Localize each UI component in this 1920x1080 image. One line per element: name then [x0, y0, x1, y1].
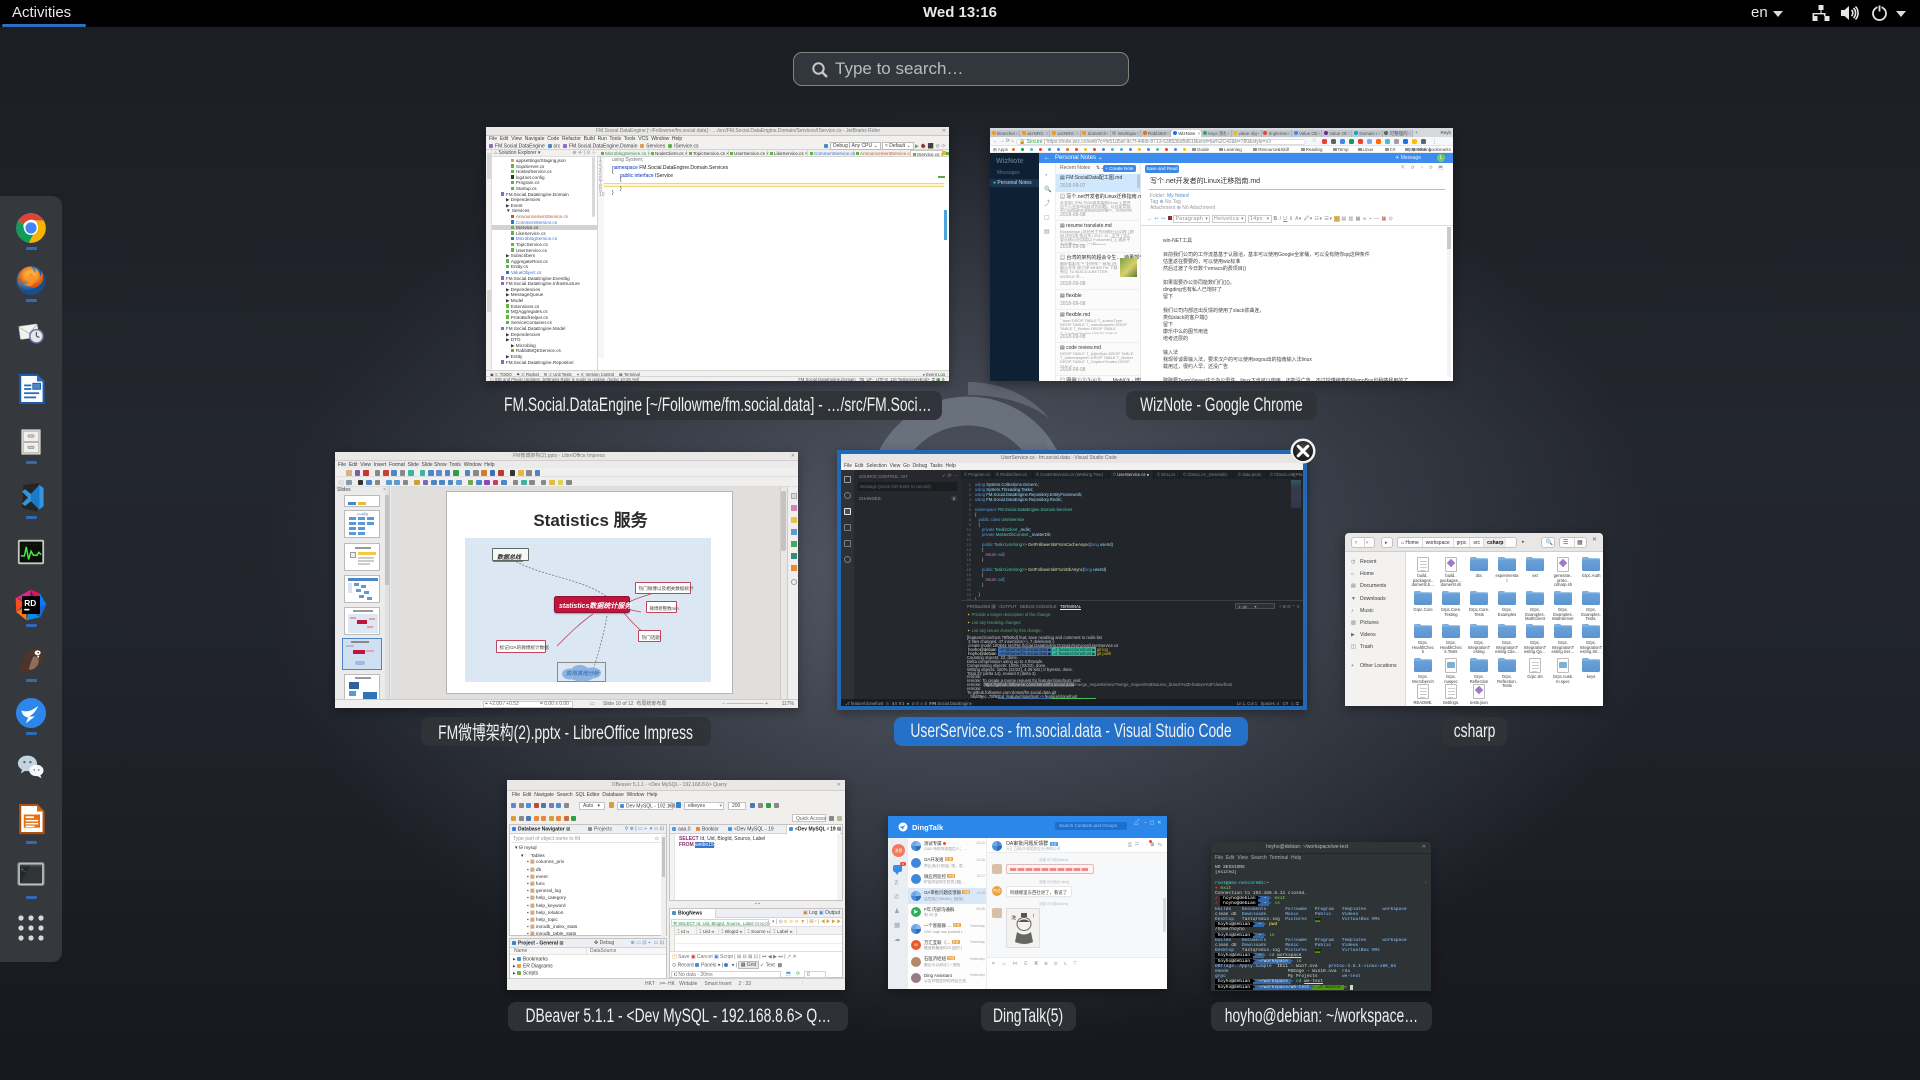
svg-text:洗: 洗	[1011, 914, 1017, 922]
svg-text:>_: >_	[21, 868, 26, 873]
svg-text:!: !	[1033, 914, 1034, 920]
svg-text:RD: RD	[24, 598, 36, 608]
